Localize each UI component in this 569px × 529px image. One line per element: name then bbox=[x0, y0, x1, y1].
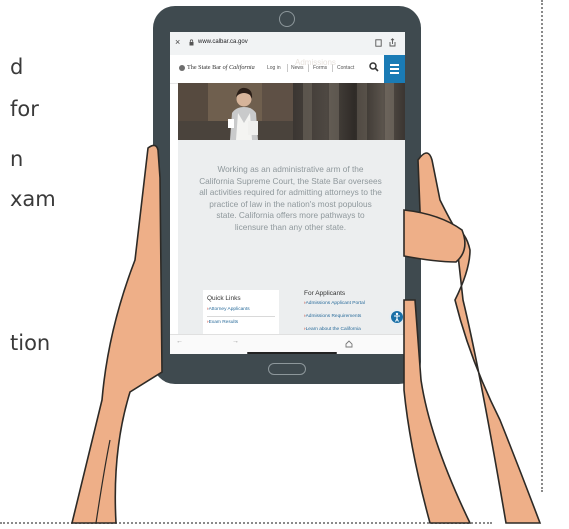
left-hand bbox=[70, 144, 163, 524]
hands-illustration bbox=[70, 144, 542, 524]
right-thumb bbox=[403, 209, 466, 263]
right-palm bbox=[403, 299, 472, 524]
